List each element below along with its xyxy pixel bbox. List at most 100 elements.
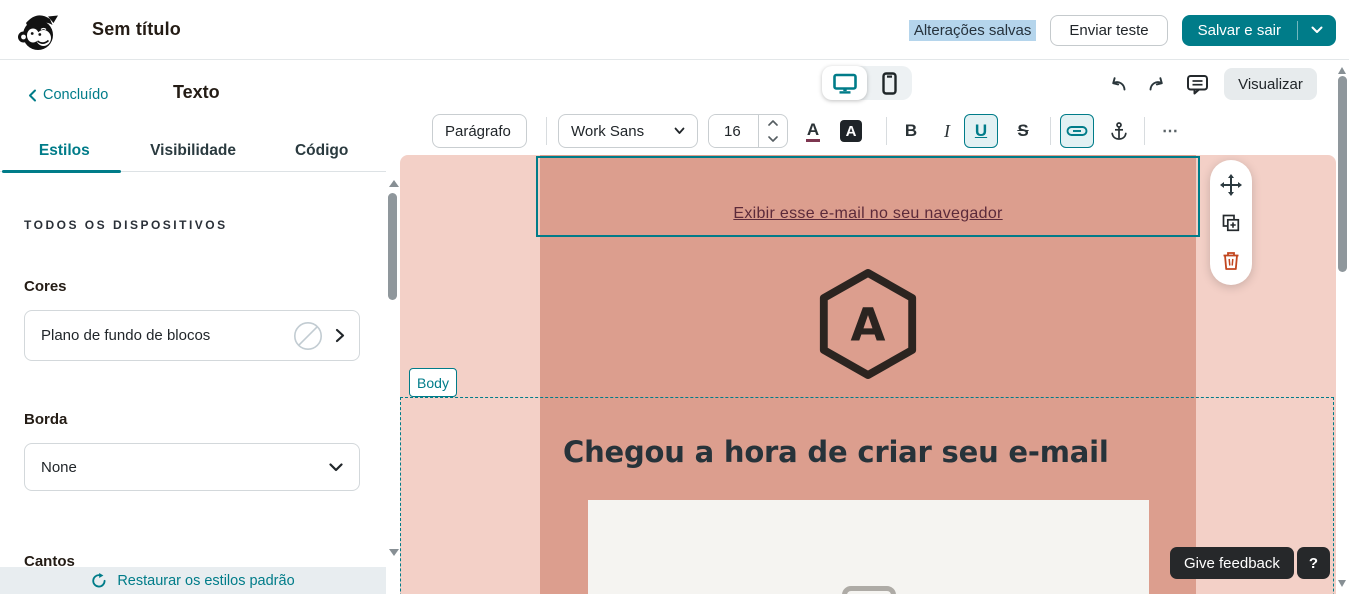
device-preview-toggle — [822, 66, 912, 100]
document-title[interactable]: Sem título — [92, 19, 181, 40]
settings-sidebar: Concluído Texto Estilos Visibilidade Cód… — [0, 60, 400, 594]
back-label: Concluído — [43, 87, 108, 103]
brand-logo-block[interactable]: A — [814, 268, 922, 380]
sidebar-scroll-up-arrow[interactable] — [389, 180, 399, 187]
give-feedback-button[interactable]: Give feedback — [1170, 547, 1294, 579]
svg-text:A: A — [851, 299, 886, 352]
block-actions-toolbar — [1210, 160, 1252, 285]
all-devices-heading: TODOS OS DISPOSITIVOS — [24, 218, 228, 232]
font-size-input[interactable] — [709, 115, 758, 147]
image-block[interactable] — [588, 500, 1149, 594]
block-background-label: Plano de fundo de blocos — [41, 327, 293, 344]
paragraph-style-dropdown[interactable]: Parágrafo — [432, 114, 527, 148]
colors-section-label: Cores — [24, 278, 67, 295]
sidebar-scroll-down-arrow[interactable] — [389, 549, 399, 556]
underline-icon: U — [975, 121, 987, 141]
comment-icon — [1186, 73, 1209, 95]
undo-icon — [1107, 75, 1128, 94]
chevron-down-icon — [329, 463, 343, 472]
font-size-stepper — [758, 115, 787, 147]
more-options-icon: ⋯ — [1162, 121, 1180, 141]
highlight-color-button[interactable]: A — [834, 114, 868, 148]
chevron-left-icon — [28, 89, 37, 102]
save-options-chevron-icon[interactable] — [1298, 15, 1336, 46]
italic-button[interactable]: I — [930, 114, 964, 148]
tab-estilos[interactable]: Estilos — [0, 136, 129, 171]
italic-icon: I — [944, 121, 950, 142]
mobile-preview-button[interactable] — [867, 66, 912, 100]
chevron-right-icon — [335, 328, 345, 343]
save-and-exit-label[interactable]: Salvar e sair — [1182, 15, 1297, 46]
main-scrollbar-thumb[interactable] — [1338, 76, 1347, 272]
send-test-button[interactable]: Enviar teste — [1050, 15, 1167, 46]
preview-button[interactable]: Visualizar — [1224, 68, 1317, 100]
top-bar: Sem título Alterações salvas Enviar test… — [0, 0, 1349, 60]
bold-button[interactable]: B — [894, 114, 928, 148]
mailchimp-email-editor: Sem título Alterações salvas Enviar test… — [0, 0, 1349, 594]
view-in-browser-link[interactable]: Exibir esse e-mail no seu navegador — [538, 205, 1198, 223]
hexagon-logo-icon: A — [814, 268, 922, 380]
desktop-icon — [833, 73, 857, 94]
paragraph-style-value: Parágrafo — [445, 123, 511, 140]
border-select[interactable]: None — [24, 443, 360, 491]
back-to-done-link[interactable]: Concluído — [28, 87, 108, 103]
restore-default-styles-button[interactable]: Restaurar os estilos padrão — [0, 567, 386, 594]
border-select-value: None — [41, 459, 329, 476]
mailchimp-logo-icon[interactable] — [16, 8, 60, 52]
toolbar-divider — [1144, 117, 1145, 145]
redo-icon — [1147, 75, 1168, 94]
block-background-setting[interactable]: Plano de fundo de blocos — [24, 310, 360, 361]
chevron-down-icon — [674, 127, 685, 135]
email-heading[interactable]: Chegou a hora de criar seu e-mail — [563, 435, 1109, 469]
comments-button[interactable] — [1182, 69, 1212, 99]
toolbar-divider — [546, 117, 547, 145]
tab-codigo[interactable]: Código — [257, 136, 386, 171]
editor-area: Visualizar Parágrafo Work Sans — [400, 60, 1336, 594]
sidebar-tabs: Estilos Visibilidade Código — [0, 136, 386, 172]
undo-button[interactable] — [1102, 69, 1132, 99]
main-scrollbar — [1336, 60, 1349, 594]
formatting-toolbar: Parágrafo Work Sans — [400, 114, 1336, 150]
sidebar-scrollbar-thumb[interactable] — [388, 193, 397, 300]
body-tag-label[interactable]: Body — [409, 368, 457, 397]
desktop-preview-button[interactable] — [822, 66, 867, 100]
border-section-label: Borda — [24, 411, 67, 428]
text-color-button[interactable]: A — [796, 114, 830, 148]
help-button[interactable]: ? — [1297, 547, 1330, 579]
font-family-dropdown[interactable]: Work Sans — [558, 114, 698, 148]
font-size-increase-button[interactable] — [759, 115, 787, 131]
autosave-status: Alterações salvas — [909, 20, 1037, 41]
underline-button[interactable]: U — [964, 114, 998, 148]
more-options-button[interactable]: ⋯ — [1154, 114, 1188, 148]
email-canvas: Exibir esse e-mail no seu navegador A Bo… — [400, 155, 1336, 594]
refresh-icon — [91, 573, 107, 589]
main-scroll-up-arrow[interactable] — [1338, 67, 1346, 74]
selected-preheader-block[interactable]: Exibir esse e-mail no seu navegador — [536, 156, 1200, 237]
redo-button[interactable] — [1142, 69, 1172, 99]
strikethrough-button[interactable]: S — [1006, 114, 1040, 148]
delete-block-button[interactable] — [1219, 248, 1243, 272]
main-scroll-down-arrow[interactable] — [1338, 580, 1346, 587]
move-icon — [1219, 173, 1243, 197]
move-block-handle[interactable] — [1219, 173, 1243, 197]
font-size-decrease-button[interactable] — [759, 131, 787, 147]
tab-visibilidade[interactable]: Visibilidade — [129, 136, 258, 171]
toolbar-divider — [1050, 117, 1051, 145]
text-color-icon: A — [806, 121, 820, 142]
font-size-control — [708, 114, 788, 148]
toolbar-divider — [886, 117, 887, 145]
strikethrough-icon: S — [1017, 121, 1028, 141]
mobile-icon — [881, 72, 898, 95]
anchor-button[interactable] — [1102, 114, 1136, 148]
duplicate-icon — [1220, 212, 1242, 234]
duplicate-block-button[interactable] — [1219, 211, 1243, 235]
highlight-color-icon: A — [840, 120, 862, 142]
bold-icon: B — [905, 121, 917, 141]
save-and-exit-button[interactable]: Salvar e sair — [1182, 15, 1336, 46]
trash-icon — [1221, 250, 1241, 271]
link-button[interactable] — [1060, 114, 1094, 148]
image-placeholder-icon — [842, 586, 896, 594]
no-color-icon — [293, 321, 323, 351]
panel-title: Texto — [173, 82, 220, 103]
anchor-icon — [1109, 121, 1129, 141]
